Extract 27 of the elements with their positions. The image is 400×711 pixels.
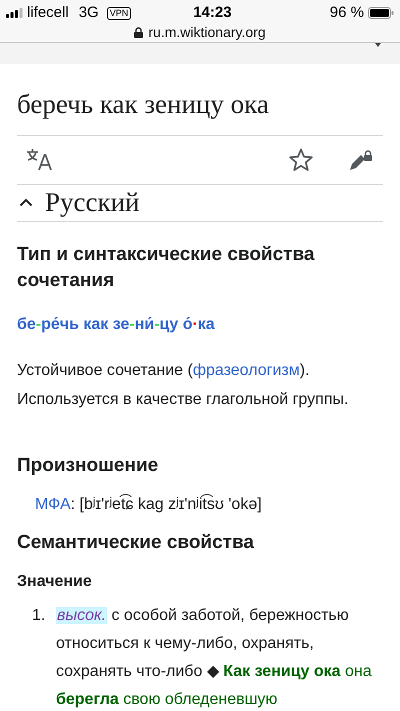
usage-text: Используется в качестве глагольной группы. <box>17 390 350 410</box>
translate-icon[interactable] <box>26 148 52 170</box>
locked-edit-icon[interactable] <box>349 148 373 170</box>
section-heading: Произношение <box>17 454 160 478</box>
meaning-text: высок. с особой заботой, бережностью относиться к чему-либо, охранять, сохранять что-либо ◆ Как зеницу ока она берегла свою обледеневшую <box>56 606 373 710</box>
section-title: Русский <box>45 186 140 220</box>
carrier-name: lifecell <box>27 2 69 23</box>
section-header[interactable]: Русский <box>17 184 383 222</box>
phraseologism-link[interactable]: фразеологизм <box>192 362 300 378</box>
ipa-link[interactable]: МФА <box>35 496 71 513</box>
url-text[interactable]: ru.m.wiktionary.org <box>148 22 266 43</box>
subsection-heading: Значение <box>17 572 93 592</box>
star-icon[interactable] <box>289 148 313 171</box>
network-type: 3G <box>78 2 99 23</box>
signal-icon <box>6 8 23 18</box>
lock-icon <box>134 27 144 38</box>
vpn-badge: VPN <box>106 6 132 20</box>
section-heading: Тип и синтаксические свойства сочетания <box>17 242 316 292</box>
hyphenation-text: бе-ре́чь как зе-ни́-цу о́·ка <box>17 314 216 334</box>
description-text: Устойчивое сочетание (фразеологизм). <box>17 360 311 380</box>
list-number: 1. <box>32 606 46 626</box>
section-heading: Семантические свойства <box>17 531 255 555</box>
page-title: беречь как зеницу ока <box>17 88 270 121</box>
battery-percent: 96 % <box>330 2 364 23</box>
ipa-transcription: : [bʲɪ'rʲet͡ɕ kag zʲɪ'nʲit͡sʊ 'okə] <box>70 496 262 513</box>
battery-icon <box>368 7 394 19</box>
clock: 14:23 <box>193 2 232 23</box>
